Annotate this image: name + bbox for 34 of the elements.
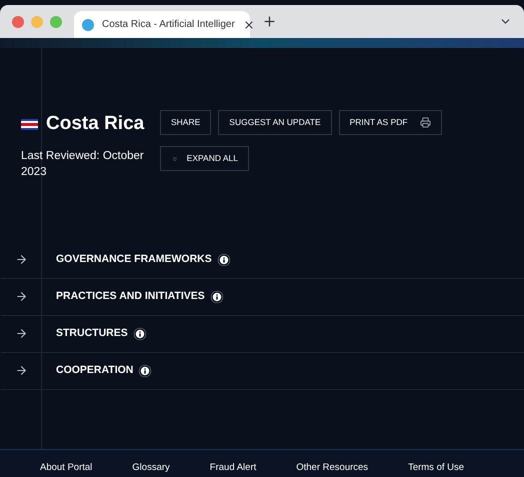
info-icon[interactable] (218, 254, 230, 266)
printer-icon (420, 117, 431, 128)
expand-all-button[interactable]: EXPAND ALL (160, 146, 249, 171)
section-row[interactable]: GOVERNANCE FRAMEWORKS (1, 242, 524, 278)
close-icon[interactable] (242, 18, 255, 30)
last-reviewed-text: Last Reviewed: October 2023 (21, 148, 145, 180)
section-title: GOVERNANCE FRAMEWORKS (56, 252, 212, 267)
footer-link[interactable]: Terms of Use (408, 460, 464, 475)
arrow-right-icon (15, 327, 28, 340)
info-icon[interactable] (139, 364, 152, 376)
info-icon[interactable] (134, 328, 146, 340)
section-row[interactable]: PRACTICES AND INITIATIVES (1, 278, 524, 316)
flag-icon (21, 118, 38, 130)
arrow-right-icon (15, 253, 28, 266)
browser-tab[interactable]: Costa Rica - Artificial Intelliger (74, 11, 250, 38)
section-title: COOPERATION (56, 362, 134, 378)
footer-link[interactable]: Glossary (132, 460, 170, 475)
info-icon[interactable] (210, 290, 223, 302)
action-button[interactable]: SUGGEST AN UPDATE (218, 110, 332, 135)
print-button[interactable]: PRINT AS PDF (338, 110, 442, 135)
section-row[interactable]: COOPERATION (1, 352, 524, 390)
arrow-right-icon (15, 364, 28, 377)
tab-title: Costa Rica - Artificial Intelliger (102, 18, 235, 32)
section-row[interactable]: STRUCTURES (1, 316, 524, 352)
close-window-icon[interactable] (12, 16, 24, 28)
arrow-right-icon (15, 290, 28, 303)
footer-link[interactable]: About Portal (40, 460, 92, 475)
footer-link[interactable]: Other Resources (296, 460, 368, 475)
section-title: PRACTICES AND INITIATIVES (56, 288, 205, 304)
action-button[interactable]: SHARE (160, 110, 212, 135)
country-title: Costa Rica (46, 112, 144, 136)
footer-link[interactable]: Fraud Alert (210, 460, 256, 475)
new-tab-icon[interactable] (262, 14, 277, 29)
section-title: STRUCTURES (56, 326, 128, 341)
